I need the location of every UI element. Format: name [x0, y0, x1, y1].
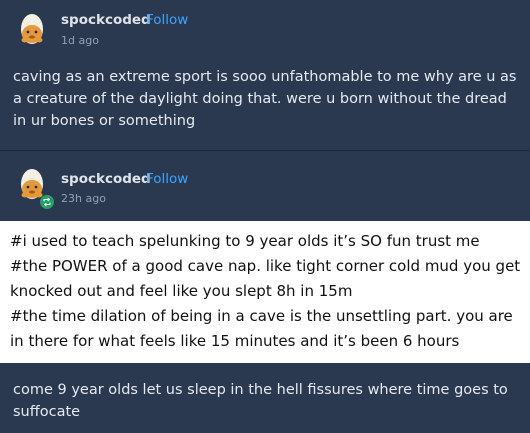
timestamp: 1d ago: [61, 34, 99, 47]
tag[interactable]: #the time dilation of being in a cave is…: [10, 304, 522, 354]
post-body: come 9 year olds let us sleep in the hel…: [13, 382, 508, 420]
tags-block: #i used to teach spelunking to 9 year ol…: [0, 221, 530, 363]
egg-avatar-icon[interactable]: [14, 12, 50, 48]
post-body: caving as an extreme sport is sooo unfat…: [13, 69, 517, 129]
tag[interactable]: #i used to teach spelunking to 9 year ol…: [10, 229, 522, 254]
follow-button[interactable]: Follow: [146, 171, 188, 187]
username[interactable]: spockcoded: [61, 171, 151, 187]
reblog-icon: [40, 195, 54, 209]
follow-button[interactable]: Follow: [146, 12, 188, 28]
post-1: spockcoded Follow 1d ago caving as an ex…: [0, 0, 530, 150]
tag[interactable]: #the POWER of a good cave nap. like tigh…: [10, 254, 522, 304]
timestamp: 23h ago: [61, 192, 106, 205]
post-2-header: spockcoded Follow 23h ago: [0, 151, 530, 221]
post-3: come 9 year olds let us sleep in the hel…: [0, 363, 530, 433]
username[interactable]: spockcoded: [61, 12, 151, 28]
